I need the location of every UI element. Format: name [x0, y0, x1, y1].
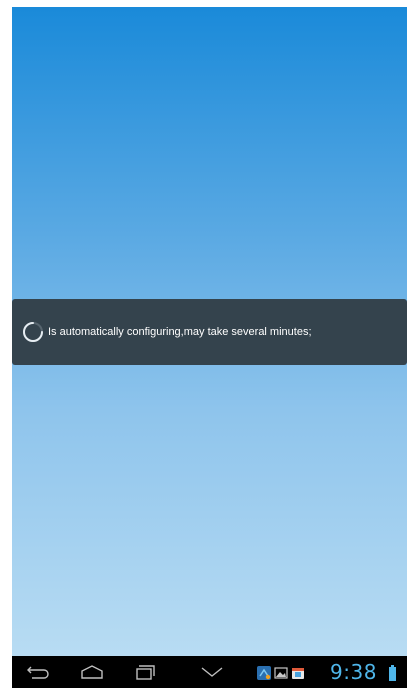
back-button[interactable]	[20, 656, 56, 688]
navigation-bar: 9:38	[12, 656, 407, 688]
battery-icon[interactable]	[389, 665, 396, 681]
dialog-message: Is automatically configuring,may take se…	[48, 326, 312, 338]
back-arrow-icon	[27, 666, 49, 679]
progress-dialog: Is automatically configuring,may take se…	[12, 299, 407, 365]
chevron-down-icon	[201, 667, 223, 677]
home-icon	[81, 665, 103, 679]
spinner-icon	[23, 322, 43, 342]
hide-keyboard-button[interactable]	[194, 656, 230, 688]
device-screen: Is automatically configuring,may take se…	[0, 0, 407, 688]
store-icon[interactable]	[291, 666, 305, 680]
recent-apps-icon	[136, 665, 155, 680]
network-tool-icon[interactable]	[257, 666, 271, 680]
gallery-icon[interactable]	[274, 666, 288, 680]
home-button[interactable]	[74, 656, 110, 688]
status-clock[interactable]: 9:38	[330, 661, 377, 683]
recent-apps-button[interactable]	[126, 656, 162, 688]
